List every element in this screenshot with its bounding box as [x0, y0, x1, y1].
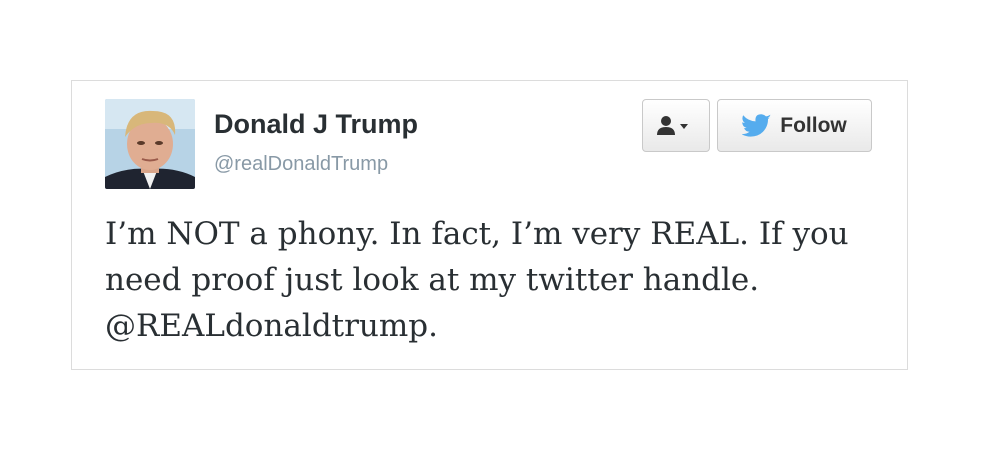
screen-name[interactable]: @realDonaldTrump — [214, 153, 388, 176]
user-actions-button[interactable] — [642, 99, 710, 152]
follow-label: Follow — [780, 113, 847, 137]
avatar-image — [105, 99, 195, 189]
follow-button[interactable]: Follow — [717, 99, 872, 152]
twitter-bird-icon — [742, 113, 772, 137]
avatar[interactable] — [105, 99, 195, 189]
tweet-card: Donald J Trump @realDonaldTrump Follow I… — [71, 80, 908, 370]
person-dropdown-icon — [657, 115, 688, 135]
display-name[interactable]: Donald J Trump — [214, 109, 418, 140]
tweet-text: I’m NOT a phony. In fact, I’m very REAL.… — [105, 216, 849, 344]
